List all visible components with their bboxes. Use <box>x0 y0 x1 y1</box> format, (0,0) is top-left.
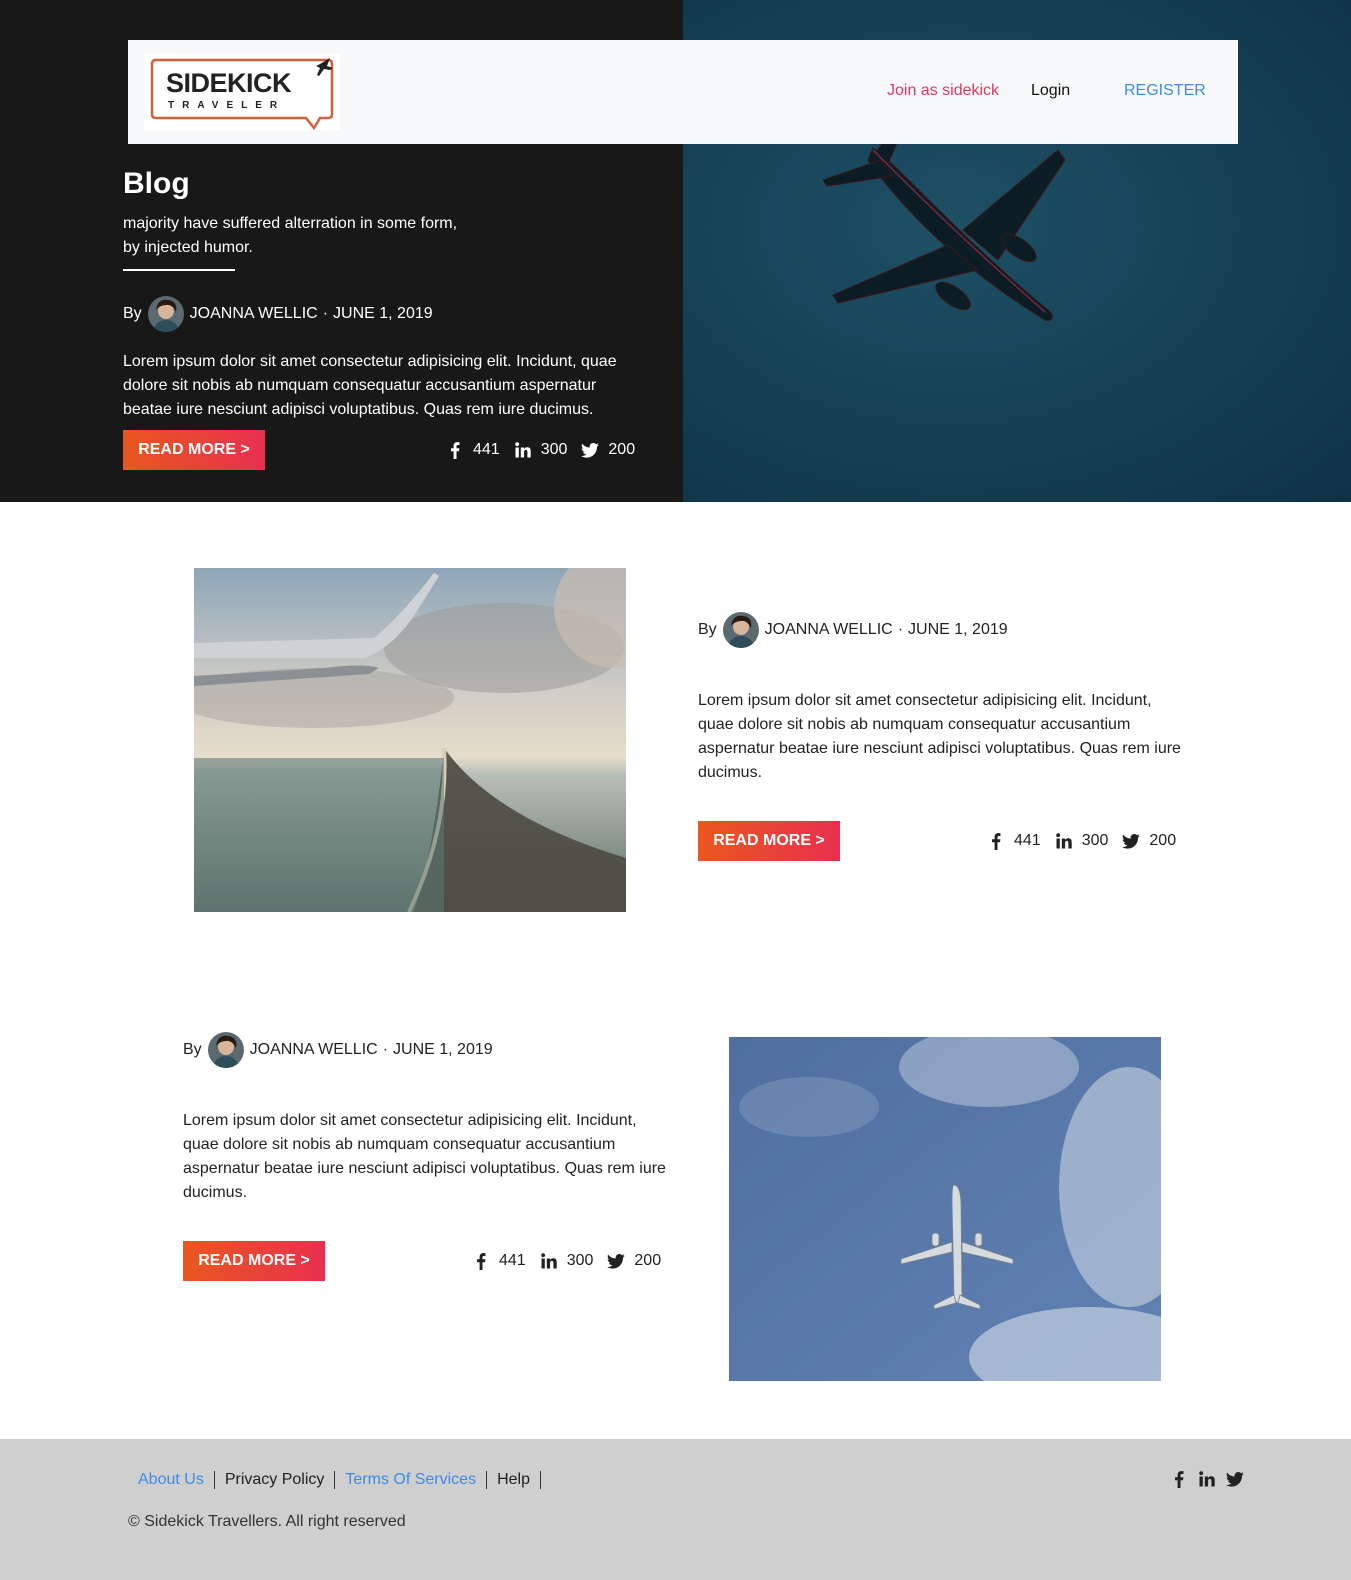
facebook-icon[interactable] <box>1170 1470 1188 1488</box>
title-underline <box>123 269 235 271</box>
hero-subtitle-line-1: majority have suffered alterration in so… <box>123 215 458 232</box>
copyright: © Sidekick Travellers. All right reserve… <box>128 1513 406 1530</box>
facebook-icon[interactable] <box>446 441 464 459</box>
post-excerpt: Lorem ipsum dolor sit amet consectetur a… <box>183 1112 666 1201</box>
post-image-airplane-sky[interactable] <box>729 1037 1161 1381</box>
facebook-count: 441 <box>1014 832 1041 849</box>
twitter-count: 200 <box>608 441 636 458</box>
linkedin-icon[interactable] <box>540 1252 558 1270</box>
footer-links: About Us Privacy Policy Terms Of Service… <box>128 1471 541 1489</box>
by-label: By <box>123 305 142 322</box>
navbar: SIDEKICK TRAVELER Join as sidekick Login… <box>128 40 1238 144</box>
read-more-button[interactable]: READ MORE > <box>698 821 840 861</box>
twitter-icon[interactable] <box>581 441 600 459</box>
post-byline: By JOANNA WELLIC · JUNE 1, 2019 <box>698 612 1008 648</box>
svg-text:TRAVELER: TRAVELER <box>168 100 285 111</box>
hero-excerpt: Lorem ipsum dolor sit amet consectetur a… <box>123 353 617 418</box>
footer-link-about-us[interactable]: About Us <box>128 1471 215 1489</box>
join-as-sidekick-link[interactable]: Join as sidekick <box>887 81 999 101</box>
author-avatar <box>207 1032 244 1068</box>
footer-social-icons <box>1160 1470 1244 1488</box>
author-name[interactable]: JOANNA WELLIC <box>190 304 318 324</box>
linkedin-count: 300 <box>1081 832 1109 849</box>
twitter-count: 200 <box>1149 832 1177 849</box>
post-date: JUNE 1, 2019 <box>393 1041 493 1058</box>
read-more-button[interactable]: READ MORE > <box>183 1241 325 1281</box>
footer-link-privacy-policy[interactable]: Privacy Policy <box>215 1471 336 1489</box>
footer: About Us Privacy Policy Terms Of Service… <box>0 1439 1351 1580</box>
footer-link-terms-of-services[interactable]: Terms Of Services <box>335 1471 488 1489</box>
share-stats: 441 300 200 <box>472 1251 661 1271</box>
author-name[interactable]: JOANNA WELLIC <box>250 1040 378 1060</box>
share-stats: 441 300 200 <box>446 440 635 460</box>
byline-separator: · <box>322 305 329 322</box>
byline-separator: · <box>897 621 904 638</box>
twitter-icon[interactable] <box>607 1252 626 1270</box>
logo-mark: SIDEKICK TRAVELER <box>150 58 334 130</box>
post-byline: By JOANNA WELLIC · JUNE 1, 2019 <box>183 1032 493 1068</box>
blog-post-1: By JOANNA WELLIC · JUNE 1, 2019 Lorem ip… <box>0 560 1351 920</box>
linkedin-icon[interactable] <box>514 441 532 459</box>
author-name[interactable]: JOANNA WELLIC <box>765 620 893 640</box>
twitter-icon[interactable] <box>1122 832 1141 850</box>
page-title: Blog <box>123 167 190 200</box>
share-stats: 441 300 200 <box>987 831 1176 851</box>
post-date: JUNE 1, 2019 <box>333 305 433 322</box>
linkedin-icon[interactable] <box>1198 1470 1216 1488</box>
sidekick-logo[interactable]: SIDEKICK TRAVELER <box>144 54 340 130</box>
twitter-icon[interactable] <box>1226 1470 1244 1488</box>
facebook-count: 441 <box>473 441 500 458</box>
hero-subtitle-line-2: by injected humor. <box>123 239 253 256</box>
facebook-icon[interactable] <box>987 832 1005 850</box>
linkedin-count: 300 <box>566 1252 594 1269</box>
post-excerpt: Lorem ipsum dolor sit amet consectetur a… <box>698 692 1181 781</box>
byline-separator: · <box>382 1041 389 1058</box>
facebook-count: 441 <box>499 1252 526 1269</box>
airplane-silhouette-image <box>822 120 1066 321</box>
hero-section: SIDEKICK TRAVELER Join as sidekick Login… <box>0 0 1351 502</box>
blog-post-2: By JOANNA WELLIC · JUNE 1, 2019 Lorem ip… <box>0 1030 1351 1390</box>
linkedin-count: 300 <box>540 441 568 458</box>
read-more-button[interactable]: READ MORE > <box>123 430 265 470</box>
twitter-count: 200 <box>634 1252 662 1269</box>
by-label: By <box>698 621 717 638</box>
hero-byline: By JOANNA WELLIC · JUNE 1, 2019 <box>123 296 433 332</box>
facebook-icon[interactable] <box>472 1252 490 1270</box>
footer-link-help[interactable]: Help <box>487 1471 541 1489</box>
hero-subtitle: majority have suffered alterration in so… <box>123 212 483 260</box>
register-link[interactable]: REGISTER <box>1124 81 1206 101</box>
post-image-wing-over-coast[interactable] <box>194 568 626 912</box>
author-avatar <box>722 612 759 648</box>
login-link[interactable]: Login <box>1031 81 1070 101</box>
post-date: JUNE 1, 2019 <box>908 621 1008 638</box>
by-label: By <box>183 1041 202 1058</box>
svg-text:SIDEKICK: SIDEKICK <box>166 68 292 98</box>
linkedin-icon[interactable] <box>1055 832 1073 850</box>
author-avatar <box>147 296 184 332</box>
